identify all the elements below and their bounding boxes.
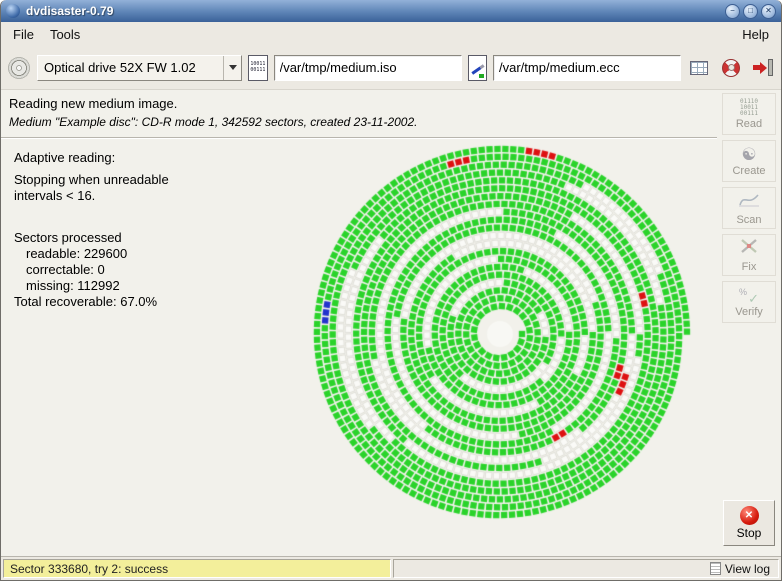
scan-icon <box>738 190 760 213</box>
drive-select[interactable]: Optical drive 52X FW 1.02 <box>37 55 242 81</box>
action-sidebar: 01110 10011 00111 Read ☯ Create Scan <box>717 90 781 556</box>
minimize-button[interactable]: − <box>725 4 740 19</box>
ecc-file-input[interactable] <box>493 55 681 81</box>
window-title: dvdisaster-0.79 <box>26 4 113 18</box>
app-window: dvdisaster-0.79 − □ ✕ File Tools Help Op… <box>0 0 782 581</box>
total-recoverable: Total recoverable: 67.0% <box>14 294 169 310</box>
toolbar: Optical drive 52X FW 1.02 10011 00111 <box>1 46 781 90</box>
reading-info: Adaptive reading: Stopping when unreadab… <box>14 150 169 310</box>
stop-button-label: Stop <box>737 526 762 540</box>
read-icon: 01110 10011 00111 <box>740 99 758 117</box>
create-icon: ☯ <box>741 146 756 164</box>
readable-count: readable: 229600 <box>14 246 169 262</box>
statusbar-right: View log <box>393 559 779 578</box>
status-message: Sector 333680, try 2: success <box>3 559 391 578</box>
body: Reading new medium image. Medium "Exampl… <box>1 90 781 556</box>
chip-shape <box>479 74 484 78</box>
binary-line: 00111 <box>250 68 265 73</box>
arrow-head <box>760 62 767 74</box>
drive-select-value: Optical drive 52X FW 1.02 <box>38 60 223 75</box>
menu-tools[interactable]: Tools <box>42 24 88 45</box>
adaptive-reading-label: Adaptive reading: <box>14 150 169 166</box>
preferences-button[interactable] <box>687 56 711 80</box>
stop-condition-line2: intervals < 16. <box>14 188 169 204</box>
drive-select-dropdown-button[interactable] <box>223 56 241 80</box>
stop-button[interactable]: ✕ Stop <box>723 500 775 546</box>
drive-icon[interactable] <box>7 56 31 80</box>
view-log-link[interactable]: View log <box>725 562 770 576</box>
verify-icon: % ✓ <box>739 287 759 305</box>
status-header-subtitle: Medium "Example disc": CD-R mode 1, 3425… <box>9 115 709 129</box>
quit-button[interactable] <box>751 56 775 80</box>
stop-condition-line1: Stopping when unreadable <box>14 172 169 188</box>
sectors-processed-label: Sectors processed <box>14 230 169 246</box>
percent-glyph: % <box>739 287 747 297</box>
status-header-title: Reading new medium image. <box>9 96 709 111</box>
scan-button[interactable]: Scan <box>722 187 776 229</box>
image-file-input[interactable] <box>274 55 462 81</box>
scan-button-label: Scan <box>736 214 761 226</box>
check-glyph: ✓ <box>748 291 759 307</box>
menu-help[interactable]: Help <box>734 24 777 45</box>
create-button[interactable]: ☯ Create <box>722 140 776 182</box>
missing-count: missing: 112992 <box>14 278 169 294</box>
preferences-icon <box>690 61 708 75</box>
content-area: Adaptive reading: Stopping when unreadab… <box>1 138 717 556</box>
verify-button-label: Verify <box>735 306 763 318</box>
lifebelt-icon <box>722 59 740 77</box>
main-column: Reading new medium image. Medium "Exampl… <box>1 90 717 556</box>
window-icon[interactable] <box>6 4 20 18</box>
fix-button-label: Fix <box>742 261 757 273</box>
chevron-down-icon <box>229 65 237 70</box>
lifebelt-hole <box>728 64 735 71</box>
fix-button[interactable]: Fix <box>722 234 776 276</box>
correctable-count: correctable: 0 <box>14 262 169 278</box>
fix-icon <box>739 237 759 260</box>
create-button-label: Create <box>732 165 765 177</box>
stop-icon: ✕ <box>740 506 759 525</box>
quit-icon <box>753 59 773 76</box>
menubar: File Tools Help <box>1 22 781 46</box>
menu-file[interactable]: File <box>5 24 42 45</box>
maximize-button[interactable]: □ <box>743 4 758 19</box>
status-header: Reading new medium image. Medium "Exampl… <box>1 90 717 138</box>
log-icon <box>710 562 721 575</box>
image-file-icon: 10011 00111 <box>248 55 267 81</box>
medium-state-spiral <box>290 138 710 544</box>
titlebar: dvdisaster-0.79 − □ ✕ <box>1 0 781 22</box>
binary-line: 00111 <box>740 111 758 117</box>
statusbar: Sector 333680, try 2: success View log <box>1 556 781 580</box>
read-button-label: Read <box>736 118 762 130</box>
arrow-shaft <box>753 65 760 70</box>
toolbar-right <box>687 56 775 80</box>
ecc-file-icon <box>468 55 487 81</box>
help-button[interactable] <box>719 56 743 80</box>
close-button[interactable]: ✕ <box>761 4 776 19</box>
door-shape <box>768 59 773 76</box>
read-button[interactable]: 01110 10011 00111 Read <box>722 93 776 135</box>
verify-button[interactable]: % ✓ Verify <box>722 281 776 323</box>
